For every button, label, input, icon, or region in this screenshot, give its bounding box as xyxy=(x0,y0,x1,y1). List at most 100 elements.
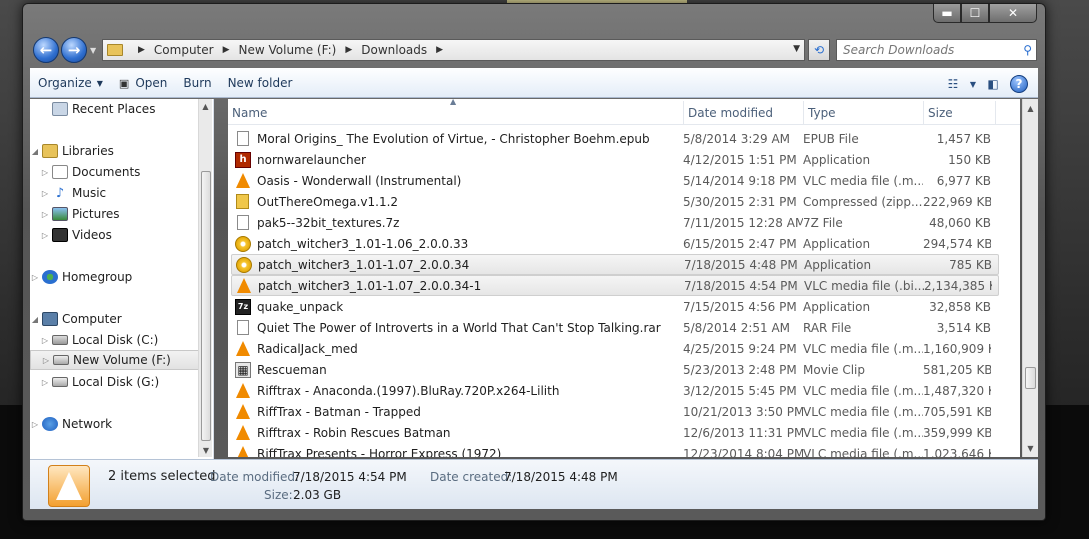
nav-item-local-disk-g[interactable]: ▷ Local Disk (G:) xyxy=(30,372,210,392)
document-icon xyxy=(237,320,249,335)
nav-item-computer[interactable]: ◢ Computer xyxy=(30,309,210,329)
file-size: 1,487,320 KB xyxy=(923,383,991,398)
expand-arrow-icon[interactable]: ▷ xyxy=(40,168,50,177)
search-box[interactable]: ⚲ xyxy=(836,39,1037,61)
expand-arrow-icon[interactable]: ▷ xyxy=(40,210,50,219)
view-dropdown-icon[interactable]: ▼ xyxy=(966,73,980,95)
table-row[interactable]: RadicalJack_med 4/25/2015 9:24 PM VLC medi… xyxy=(231,338,999,359)
table-row[interactable]: h nornwarelauncher 4/12/2015 1:51 PM Applic… xyxy=(231,149,999,170)
scrollbar-thumb[interactable] xyxy=(1025,367,1036,389)
scrollbar-thumb[interactable] xyxy=(201,171,211,441)
expand-arrow-icon[interactable]: ▷ xyxy=(40,336,50,345)
file-name-cell: pak5--32bit_textures.7z xyxy=(231,215,683,230)
nav-item-recent-places[interactable]: Recent Places xyxy=(30,99,210,119)
breadcrumb-downloads[interactable]: Downloads xyxy=(361,43,427,57)
chevron-right-icon[interactable]: ▶ xyxy=(345,45,352,55)
preview-pane-icon[interactable]: ◧ xyxy=(980,73,1006,95)
file-size: 6,977 KB xyxy=(936,173,991,188)
expand-arrow-icon[interactable]: ▷ xyxy=(30,420,40,429)
search-icon[interactable]: ⚲ xyxy=(1023,43,1032,57)
table-row[interactable]: Oasis - Wonderwall (Instrumental) 5/14/20… xyxy=(231,170,999,191)
file-name: Rifftrax - Robin Rescues Batman xyxy=(257,425,451,440)
table-row[interactable]: OutThereOmega.v1.1.2 5/30/2015 2:31 PM Com… xyxy=(231,191,999,212)
table-row[interactable]: RiffTrax - Batman - Trapped 10/21/2013 3:… xyxy=(231,401,999,422)
nav-label: Network xyxy=(62,417,113,431)
table-row[interactable]: Rifftrax - Robin Rescues Batman 12/6/2013… xyxy=(231,422,999,443)
expand-arrow-icon[interactable]: ▷ xyxy=(41,356,51,365)
nav-item-pictures[interactable]: ▷ Pictures xyxy=(30,204,210,224)
recent-pages-dropdown[interactable]: ▼ xyxy=(90,46,96,55)
chevron-right-icon[interactable]: ▶ xyxy=(436,45,443,55)
scroll-down-arrow[interactable]: ▼ xyxy=(199,443,213,457)
nav-item-homegroup[interactable]: ▷ Homegroup xyxy=(30,267,210,287)
libraries-icon xyxy=(42,144,58,158)
close-button[interactable]: ✕ xyxy=(989,4,1037,23)
column-date-modified[interactable]: Date modified xyxy=(684,101,804,125)
chevron-right-icon[interactable]: ▶ xyxy=(138,45,145,55)
scroll-up-arrow[interactable]: ▲ xyxy=(1023,101,1038,115)
breadcrumb-computer[interactable]: Computer xyxy=(154,43,214,57)
view-options-icon[interactable]: ☷ xyxy=(940,73,966,95)
file-list-scrollbar[interactable]: ▲ ▼ xyxy=(1022,99,1038,457)
file-size: 705,591 KB xyxy=(923,404,991,419)
new-folder-button[interactable]: New folder xyxy=(220,71,301,95)
expand-arrow-icon[interactable]: ▷ xyxy=(40,189,50,198)
nav-item-music[interactable]: ▷ ♪ Music xyxy=(30,183,210,203)
address-history-dropdown[interactable]: ▼ xyxy=(793,44,800,54)
file-date: 5/23/2013 2:48 PM xyxy=(683,362,797,377)
table-row[interactable]: 7z quake_unpack 7/15/2015 4:56 PM Applicati… xyxy=(231,296,999,317)
nav-item-videos[interactable]: ▷ Videos xyxy=(30,225,210,245)
refresh-icon: ⟲ xyxy=(813,43,825,57)
nav-item-documents[interactable]: ▷ Documents xyxy=(30,162,210,182)
nav-label: Local Disk (G:) xyxy=(72,375,160,389)
maximize-button[interactable]: ☐ xyxy=(961,4,989,23)
forward-button[interactable]: → xyxy=(61,37,87,63)
column-name[interactable]: Name ▲ xyxy=(228,99,684,125)
refresh-button[interactable]: ⟲ xyxy=(808,39,830,61)
nav-item-network[interactable]: ▷ Network xyxy=(30,414,210,434)
nav-item-new-volume-f[interactable]: ▷ New Volume (F:) xyxy=(30,350,210,370)
file-size: 2,134,385 KB xyxy=(924,278,992,293)
file-date: 7/18/2015 4:48 PM xyxy=(684,257,798,272)
nav-item-libraries[interactable]: ◢ Libraries xyxy=(30,141,210,161)
file-date: 12/23/2014 8:04 PM xyxy=(683,446,803,458)
computer-icon xyxy=(42,312,58,326)
table-row[interactable]: patch_witcher3_1.01-1.06_2.0.0.33 6/15/20… xyxy=(231,233,999,254)
navigation-scrollbar[interactable]: ▲ ▼ xyxy=(198,99,212,457)
date-created-label: Date created: xyxy=(430,470,513,484)
file-date: 5/8/2014 3:29 AM xyxy=(683,131,791,146)
table-row[interactable]: Rifftrax - Anaconda.(1997).BluRay.720P.x… xyxy=(231,380,999,401)
breadcrumb-new-volume[interactable]: New Volume (F:) xyxy=(239,43,337,57)
table-row[interactable]: RiffTrax Presents - Horror Express (1972… xyxy=(231,443,999,457)
expand-arrow-icon[interactable]: ▷ xyxy=(40,378,50,387)
search-input[interactable] xyxy=(843,43,1013,57)
expand-arrow-icon[interactable]: ▷ xyxy=(30,273,40,282)
file-size: 359,999 KB xyxy=(923,425,991,440)
scroll-up-arrow[interactable]: ▲ xyxy=(199,99,212,113)
table-row[interactable]: Moral Origins_ The Evolution of Virtue, … xyxy=(231,128,999,149)
folder-icon xyxy=(107,44,123,56)
table-row[interactable]: patch_witcher3_1.01-1.07_2.0.0.34 7/18/20… xyxy=(231,254,999,275)
back-button[interactable]: ← xyxy=(33,37,59,63)
table-row[interactable]: patch_witcher3_1.01-1.07_2.0.0.34-1 7/18/… xyxy=(231,275,999,296)
table-row[interactable]: ▦ Rescueman 5/23/2013 2:48 PM Movie Clip 581… xyxy=(231,359,999,380)
expand-arrow-icon[interactable]: ▷ xyxy=(40,231,50,240)
table-row[interactable]: pak5--32bit_textures.7z 7/11/2015 12:28 A… xyxy=(231,212,999,233)
nav-item-local-disk-c[interactable]: ▷ Local Disk (C:) xyxy=(30,330,210,350)
file-size: 48,060 KB xyxy=(929,215,991,230)
expand-arrow-icon[interactable]: ◢ xyxy=(30,315,40,324)
help-button[interactable]: ? xyxy=(1006,73,1032,95)
organize-button[interactable]: Organize ▼ xyxy=(30,71,111,95)
address-bar[interactable]: ▶ Computer ▶ New Volume (F:) ▶ Downloads… xyxy=(102,39,805,61)
burn-button[interactable]: Burn xyxy=(175,71,219,95)
expand-arrow-icon[interactable]: ◢ xyxy=(30,147,40,156)
open-button[interactable]: ▣ Open xyxy=(111,71,175,95)
minimize-button[interactable]: ▬ xyxy=(933,4,961,23)
column-type[interactable]: Type xyxy=(804,101,924,125)
column-size[interactable]: Size xyxy=(924,101,996,125)
table-row[interactable]: Quiet The Power of Introverts in a World… xyxy=(231,317,999,338)
date-created-value: 7/18/2015 4:48 PM xyxy=(504,470,618,484)
file-name-cell: patch_witcher3_1.01-1.07_2.0.0.34-1 xyxy=(232,278,684,293)
scroll-down-arrow[interactable]: ▼ xyxy=(1023,441,1038,455)
chevron-right-icon[interactable]: ▶ xyxy=(223,45,230,55)
